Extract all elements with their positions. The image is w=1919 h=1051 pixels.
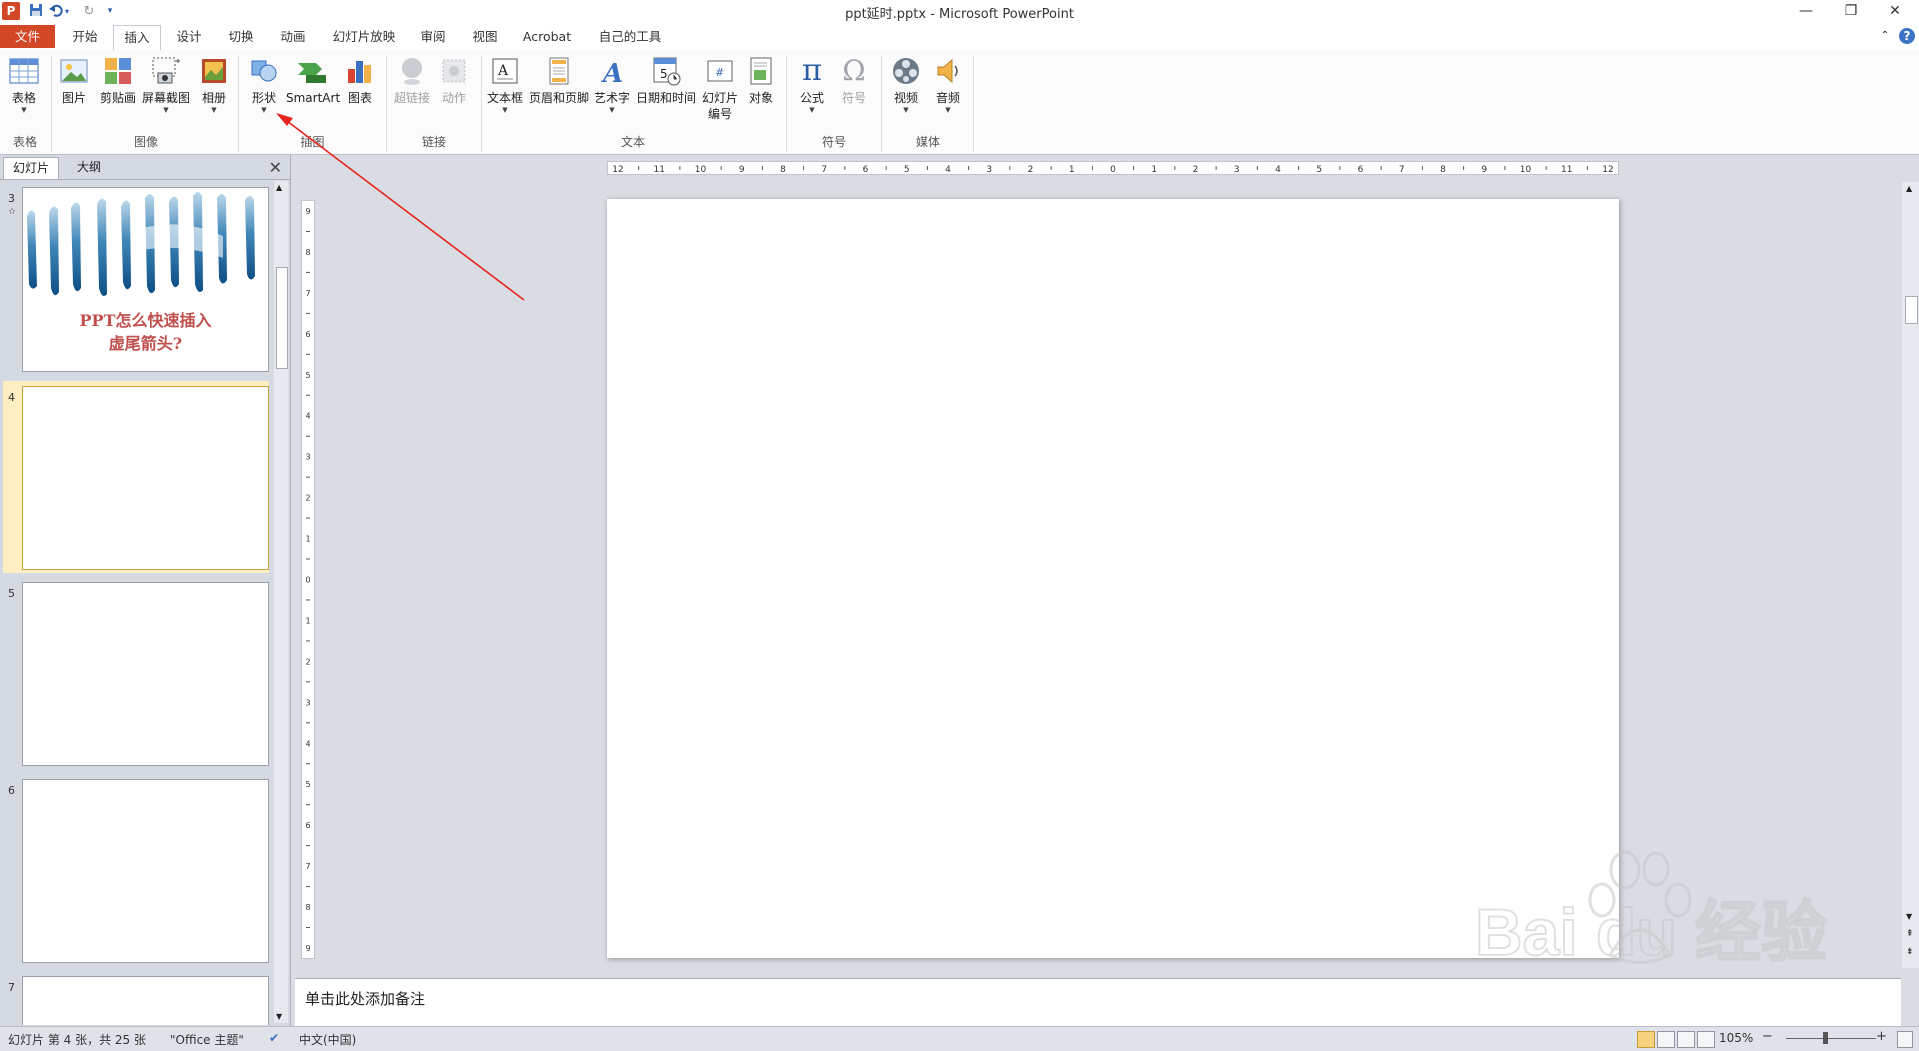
slideshow-view-icon[interactable]: [1697, 1031, 1715, 1048]
slide-counter: 幻灯片 第 4 张，共 25 张: [8, 1033, 146, 1047]
notes-placeholder[interactable]: 单击此处添加备注: [305, 988, 425, 1009]
slide-sorter-view-icon[interactable]: [1657, 1031, 1675, 1048]
language-indicator[interactable]: 中文(中国): [299, 1031, 356, 1048]
annotation-arrow: [276, 113, 525, 301]
zoom-level[interactable]: 105%: [1719, 1031, 1753, 1045]
zoom-slider-thumb[interactable]: [1823, 1032, 1828, 1044]
zoom-out-icon[interactable]: −: [1762, 1029, 1773, 1044]
fit-to-window-icon[interactable]: [1897, 1031, 1913, 1048]
notes-pane[interactable]: 单击此处添加备注: [295, 978, 1901, 1027]
zoom-slider[interactable]: [1786, 1038, 1876, 1039]
theme-name[interactable]: "Office 主题": [170, 1031, 244, 1048]
normal-view-icon[interactable]: [1637, 1031, 1655, 1048]
status-bar: 幻灯片 第 4 张，共 25 张 "Office 主题" ✔ 中文(中国) 10…: [0, 1026, 1919, 1051]
reading-view-icon[interactable]: [1677, 1031, 1695, 1048]
zoom-in-icon[interactable]: +: [1876, 1029, 1887, 1044]
spellcheck-icon[interactable]: ✔: [269, 1031, 279, 1045]
